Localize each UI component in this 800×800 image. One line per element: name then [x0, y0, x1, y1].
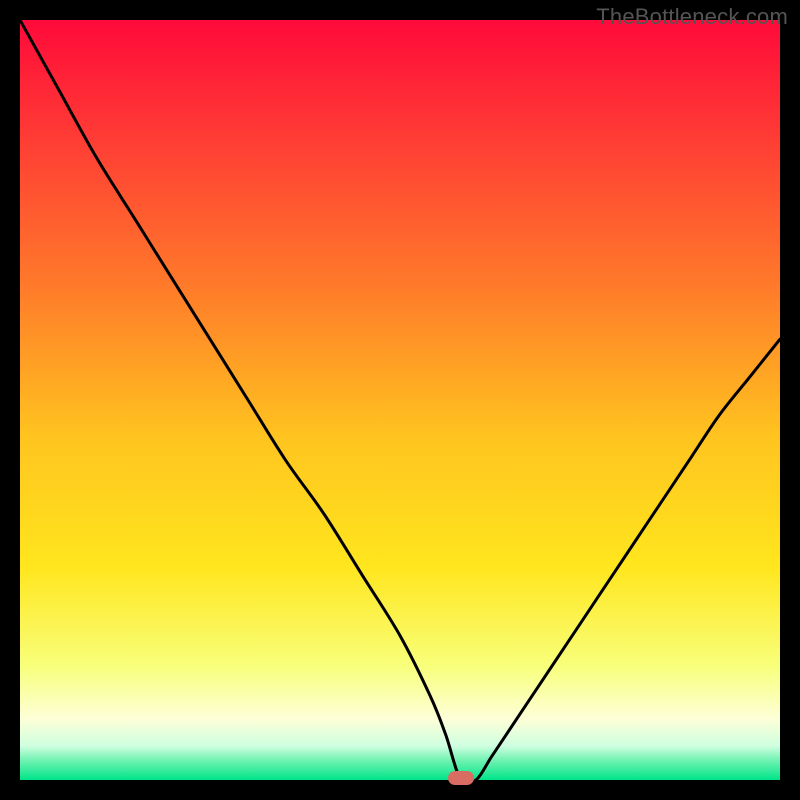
plot-area	[20, 20, 780, 780]
watermark-text: TheBottleneck.com	[596, 4, 788, 30]
chart-frame: TheBottleneck.com	[0, 0, 800, 800]
gradient-background	[20, 20, 780, 780]
chart-svg	[20, 20, 780, 780]
